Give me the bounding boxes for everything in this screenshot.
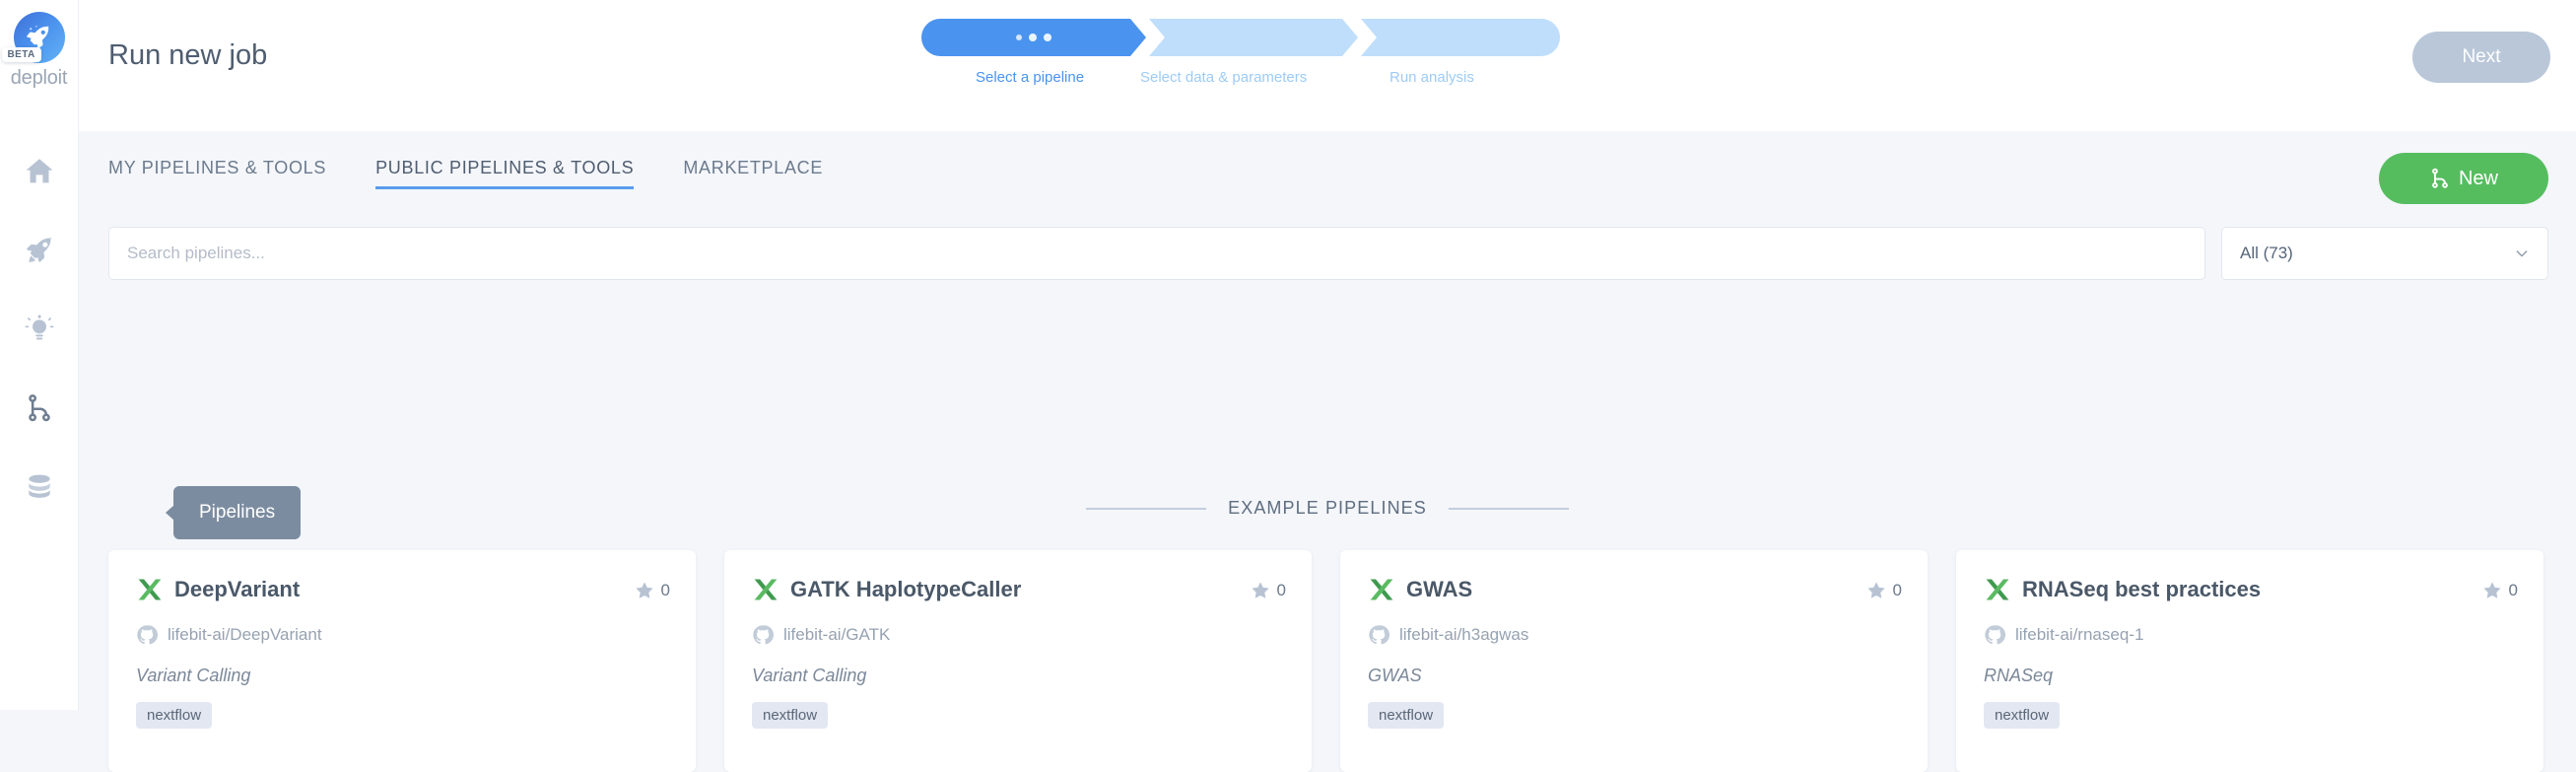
card-tag: nextflow bbox=[752, 702, 828, 729]
card-repo-name: lifebit-ai/rnaseq-1 bbox=[2015, 625, 2143, 645]
sidebar: BETA deploit bbox=[0, 0, 79, 710]
card-star-count: 0 bbox=[661, 581, 670, 600]
stepper-label-1[interactable]: Select a pipeline bbox=[976, 69, 1084, 86]
sidebar-item-home[interactable] bbox=[0, 132, 79, 211]
card-star-group[interactable]: 0 bbox=[2481, 580, 2518, 601]
card-header: RNASeq best practices bbox=[1984, 576, 2516, 603]
github-icon bbox=[136, 624, 158, 646]
page-header: Run new job Select a pipeline Select dat… bbox=[79, 0, 2576, 131]
stepper-segment-3[interactable] bbox=[1361, 19, 1560, 56]
tab-my-pipelines-and-tools[interactable]: MY PIPELINES & TOOLS bbox=[108, 158, 326, 189]
section-divider: EXAMPLE PIPELINES bbox=[79, 498, 2576, 519]
page-title: Run new job bbox=[108, 39, 267, 72]
github-icon bbox=[1368, 624, 1390, 646]
stepper-bar bbox=[921, 19, 1560, 56]
nextflow-icon bbox=[1368, 576, 1395, 603]
pipeline-card-list: DeepVariant 0 lifebit-ai/DeepVariant Var… bbox=[108, 550, 2556, 772]
stepper-label-3[interactable]: Run analysis bbox=[1390, 69, 1474, 86]
stepper-labels: Select a pipeline Select data & paramete… bbox=[921, 69, 1560, 91]
card-repo-name: lifebit-ai/GATK bbox=[783, 625, 890, 645]
sidebar-item-data[interactable] bbox=[0, 448, 79, 526]
filter-select-value: All (73) bbox=[2240, 244, 2293, 263]
card-title: GATK HaplotypeCaller bbox=[790, 577, 1021, 602]
rocket-icon bbox=[24, 235, 55, 266]
pipeline-card[interactable]: DeepVariant 0 lifebit-ai/DeepVariant Var… bbox=[108, 550, 696, 772]
github-icon bbox=[1984, 624, 2005, 646]
stepper: Select a pipeline Select data & paramete… bbox=[921, 19, 1560, 91]
star-icon bbox=[2481, 580, 2503, 601]
card-tag: nextflow bbox=[1368, 702, 1444, 729]
stepper-dot bbox=[1044, 34, 1051, 41]
card-header: GWAS bbox=[1368, 576, 1900, 603]
card-star-group[interactable]: 0 bbox=[1250, 580, 1286, 601]
card-repo-name: lifebit-ai/DeepVariant bbox=[168, 625, 322, 645]
card-category: Variant Calling bbox=[136, 666, 668, 686]
divider-line-right bbox=[1449, 508, 1569, 510]
sidebar-item-jobs[interactable] bbox=[0, 211, 79, 290]
card-title: GWAS bbox=[1406, 577, 1472, 602]
card-repo[interactable]: lifebit-ai/GATK bbox=[752, 624, 1284, 646]
next-button[interactable]: Next bbox=[2412, 32, 2550, 83]
card-repo[interactable]: lifebit-ai/h3agwas bbox=[1368, 624, 1900, 646]
nextflow-icon bbox=[136, 576, 164, 603]
card-title: RNASeq best practices bbox=[2022, 577, 2261, 602]
card-category: GWAS bbox=[1368, 666, 1900, 686]
search-input[interactable] bbox=[108, 227, 2205, 280]
git-branch-icon bbox=[2429, 168, 2451, 189]
card-tag: nextflow bbox=[1984, 702, 2060, 729]
tab-public-pipelines-and-tools[interactable]: PUBLIC PIPELINES & TOOLS bbox=[375, 158, 634, 189]
main-content: MY PIPELINES & TOOLS PUBLIC PIPELINES & … bbox=[79, 131, 2576, 710]
card-category: RNASeq bbox=[1984, 666, 2516, 686]
nextflow-icon bbox=[1984, 576, 2011, 603]
pipeline-card[interactable]: RNASeq best practices 0 lifebit-ai/rnase… bbox=[1956, 550, 2543, 772]
chevron-down-icon bbox=[2514, 246, 2530, 261]
new-pipeline-button[interactable]: New bbox=[2379, 153, 2548, 204]
brand-name: deploit bbox=[11, 67, 68, 90]
home-icon bbox=[23, 155, 56, 188]
card-repo[interactable]: lifebit-ai/rnaseq-1 bbox=[1984, 624, 2516, 646]
stepper-dots bbox=[1016, 35, 1051, 41]
beta-badge: BETA bbox=[2, 47, 41, 62]
card-star-count: 0 bbox=[1277, 581, 1286, 600]
stepper-label-2[interactable]: Select data & parameters bbox=[1140, 69, 1307, 86]
sidebar-nav bbox=[0, 132, 79, 526]
stepper-dot bbox=[1016, 35, 1022, 40]
pipeline-card[interactable]: GWAS 0 lifebit-ai/h3agwas GWAS nextflow bbox=[1340, 550, 1928, 772]
sidebar-item-insights[interactable] bbox=[0, 290, 79, 369]
card-header: DeepVariant bbox=[136, 576, 668, 603]
database-icon bbox=[24, 471, 55, 503]
card-star-count: 0 bbox=[2509, 581, 2518, 600]
git-branch-icon bbox=[25, 393, 54, 423]
card-repo-name: lifebit-ai/h3agwas bbox=[1399, 625, 1528, 645]
pipeline-card[interactable]: GATK HaplotypeCaller 0 lifebit-ai/GATK V… bbox=[724, 550, 1312, 772]
star-icon bbox=[1865, 580, 1887, 601]
stepper-segment-2[interactable] bbox=[1149, 19, 1358, 56]
divider-label: EXAMPLE PIPELINES bbox=[1228, 498, 1427, 519]
card-title: DeepVariant bbox=[174, 577, 300, 602]
card-star-count: 0 bbox=[1893, 581, 1902, 600]
github-icon bbox=[752, 624, 774, 646]
card-star-group[interactable]: 0 bbox=[634, 580, 670, 601]
card-header: GATK HaplotypeCaller bbox=[752, 576, 1284, 603]
new-button-label: New bbox=[2459, 168, 2498, 190]
tab-marketplace[interactable]: MARKETPLACE bbox=[683, 158, 823, 189]
filter-select[interactable]: All (73) bbox=[2221, 227, 2548, 280]
sidebar-item-pipelines[interactable] bbox=[0, 369, 79, 448]
card-tag: nextflow bbox=[136, 702, 212, 729]
nextflow-icon bbox=[752, 576, 780, 603]
lightbulb-icon bbox=[24, 314, 55, 345]
card-star-group[interactable]: 0 bbox=[1865, 580, 1902, 601]
brand-logo[interactable]: BETA deploit bbox=[0, 12, 79, 97]
tab-bar: MY PIPELINES & TOOLS PUBLIC PIPELINES & … bbox=[108, 158, 823, 189]
pipelines-tooltip: Pipelines bbox=[173, 486, 301, 539]
stepper-dot bbox=[1029, 34, 1037, 41]
star-icon bbox=[1250, 580, 1271, 601]
divider-line-left bbox=[1086, 508, 1206, 510]
tooltip-label: Pipelines bbox=[199, 502, 275, 524]
card-repo[interactable]: lifebit-ai/DeepVariant bbox=[136, 624, 668, 646]
card-category: Variant Calling bbox=[752, 666, 1284, 686]
star-icon bbox=[634, 580, 655, 601]
